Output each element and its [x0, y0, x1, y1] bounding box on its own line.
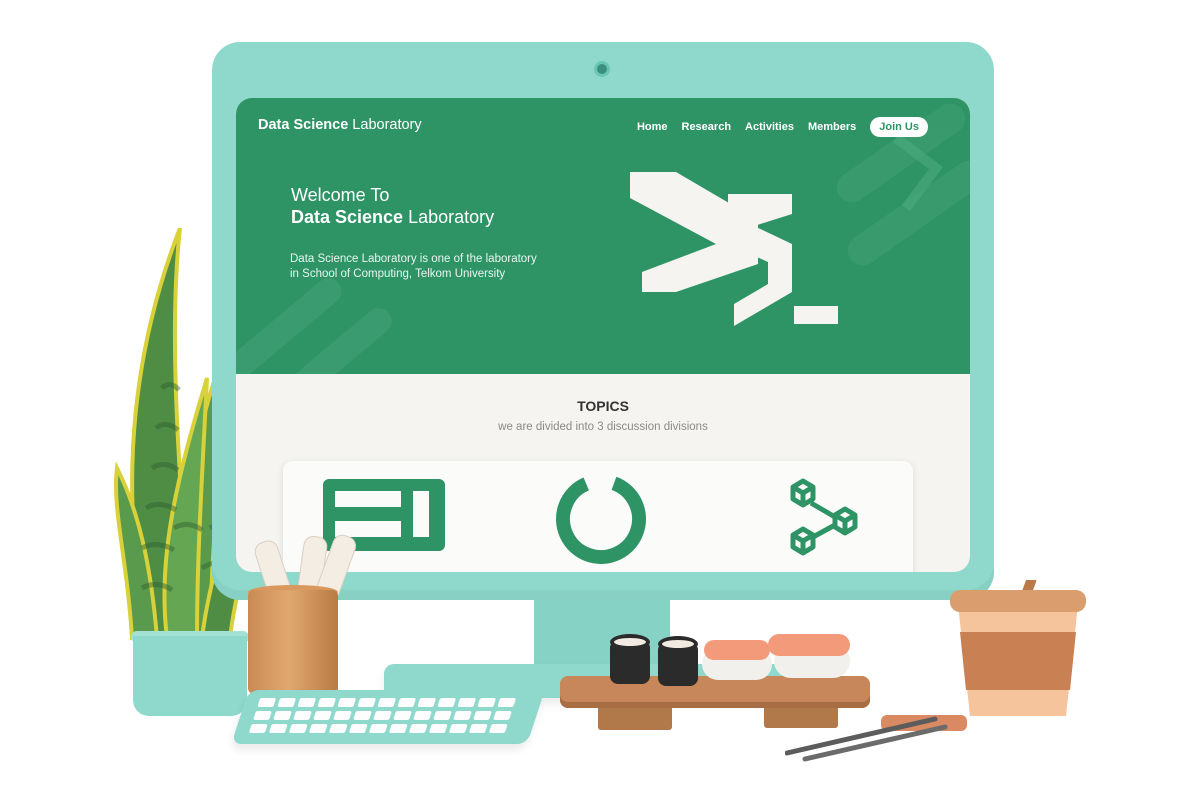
- main-navigation: Home Research Activities Members Join Us: [637, 117, 928, 137]
- hero-section: Data Science Laboratory Home Research Ac…: [236, 98, 970, 374]
- hero-heading: Welcome To Data Science Laboratory: [291, 184, 494, 228]
- nav-activities[interactable]: Activities: [745, 121, 794, 133]
- nav-home[interactable]: Home: [637, 121, 668, 133]
- hero-welcome-line: Welcome To: [291, 185, 390, 205]
- sushi-roll-top: [610, 634, 650, 650]
- nigiri-salmon: [768, 634, 850, 656]
- hero-title-bold: Data Science: [291, 207, 404, 227]
- topics-title: TOPICS: [577, 398, 629, 414]
- brand-bold-text: Data Science: [258, 117, 349, 133]
- hero-background-decoration: [236, 103, 970, 374]
- scene: Data Science Laboratory Home Research Ac…: [0, 0, 1200, 800]
- site-brand[interactable]: Data Science Laboratory: [258, 117, 422, 133]
- ds-logo-icon: [630, 172, 838, 326]
- chopsticks-illustration: [785, 715, 967, 762]
- hero-title-line: Data Science Laboratory: [291, 206, 494, 228]
- donut-chart-icon[interactable]: [555, 473, 647, 565]
- hero-subtitle-line-2: in School of Computing, Telkom Universit…: [290, 267, 506, 280]
- wooden-pencil-cup: [248, 590, 338, 694]
- coffee-cup-illustration: [950, 580, 1086, 716]
- network-cubes-icon[interactable]: [783, 475, 863, 557]
- join-us-button[interactable]: Join Us: [870, 117, 928, 137]
- keyboard-keys: [248, 698, 517, 733]
- website-screen: Data Science Laboratory Home Research Ac…: [236, 98, 970, 572]
- nav-members[interactable]: Members: [808, 121, 856, 133]
- topics-subtitle: we are divided into 3 discussion divisio…: [498, 421, 708, 433]
- sushi-board: [560, 676, 870, 708]
- keyboard-illustration: [231, 690, 545, 744]
- topics-card: [283, 461, 913, 572]
- brand-rest-text: Laboratory: [348, 117, 422, 133]
- hero-subtitle-line-1: Data Science Laboratory is one of the la…: [290, 253, 537, 265]
- hero-title-rest: Laboratory: [403, 207, 495, 227]
- plant-pot: [133, 636, 247, 716]
- nigiri-salmon: [704, 640, 770, 660]
- hero-subtitle: Data Science Laboratory is one of the la…: [290, 252, 590, 281]
- nav-research[interactable]: Research: [682, 121, 732, 133]
- webcam-icon: [594, 61, 610, 77]
- sushi-roll-top: [658, 636, 698, 652]
